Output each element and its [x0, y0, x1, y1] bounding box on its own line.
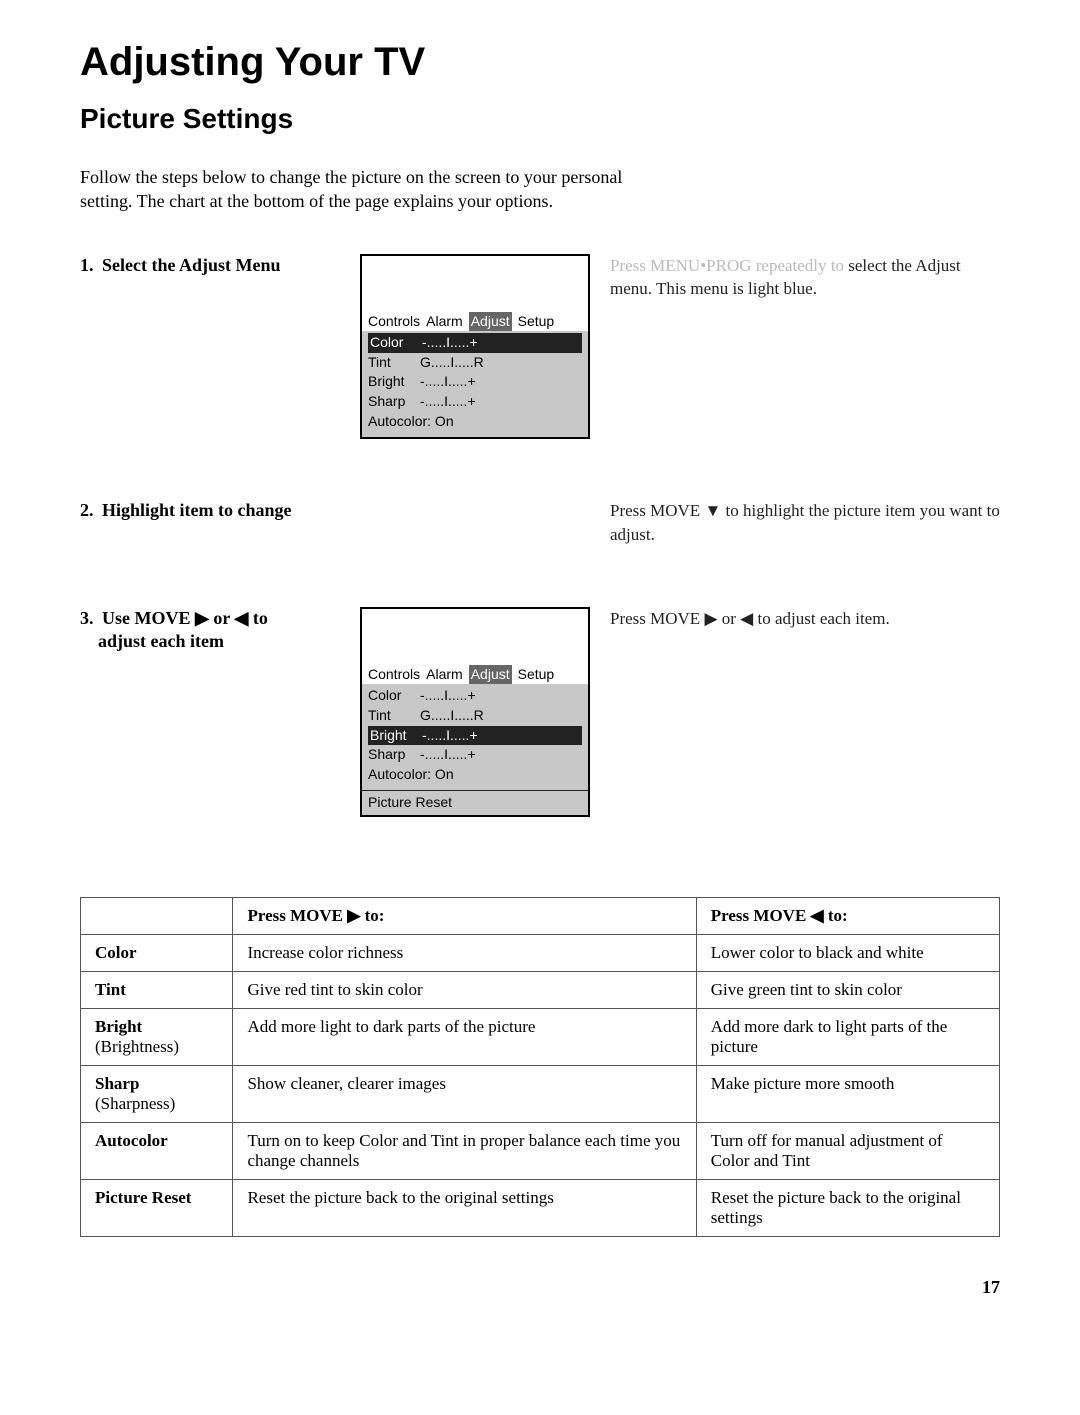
step-description: Press MENU•PROG repeatedly to select the… — [610, 254, 1000, 302]
osd-tab: Alarm — [426, 665, 463, 685]
step-description: Press MOVE ▶ or ◀ to adjust each item. — [610, 607, 1000, 631]
step-label: 1. Select the Adjust Menu — [80, 254, 340, 277]
table-head-left: Press MOVE ◀ to: — [696, 897, 999, 934]
table-head-right: Press MOVE ▶ to: — [233, 897, 696, 934]
page-title: Adjusting Your TV — [80, 40, 1000, 85]
osd-tab: Setup — [518, 665, 555, 685]
table-row: Bright (Brightness) Add more light to da… — [81, 1008, 1000, 1065]
osd-tab-selected: Adjust — [469, 665, 512, 685]
step-label: 2. Highlight item to change — [80, 499, 340, 522]
osd-tab: Alarm — [426, 312, 463, 332]
table-row: Tint Give red tint to skin color Give gr… — [81, 971, 1000, 1008]
step-label: 3. Use MOVE ▶ or ◀ to adjust each item — [80, 607, 340, 654]
options-table: Press MOVE ▶ to: Press MOVE ◀ to: Color … — [80, 897, 1000, 1237]
steps-list: 1. Select the Adjust Menu Controls Alarm… — [80, 254, 1000, 817]
step-3: 3. Use MOVE ▶ or ◀ to adjust each item C… — [80, 607, 1000, 817]
table-row: Autocolor Turn on to keep Color and Tint… — [81, 1122, 1000, 1179]
intro-text: Follow the steps below to change the pic… — [80, 165, 680, 214]
osd-tab: Controls — [368, 665, 420, 685]
table-row: Color Increase color richness Lower colo… — [81, 934, 1000, 971]
table-row: Sharp (Sharpness) Show cleaner, clearer … — [81, 1065, 1000, 1122]
osd-tab: Controls — [368, 312, 420, 332]
osd-tab-selected: Adjust — [469, 312, 512, 332]
step-2: 2. Highlight item to change Press MOVE ▼… — [80, 499, 1000, 547]
page-number: 17 — [80, 1277, 1000, 1298]
table-row: Picture Reset Reset the picture back to … — [81, 1179, 1000, 1236]
step-1: 1. Select the Adjust Menu Controls Alarm… — [80, 254, 1000, 440]
section-heading: Picture Settings — [80, 103, 1000, 135]
osd-screenshot-1: Controls Alarm Adjust Setup Color-.....I… — [360, 254, 590, 440]
osd-tab: Setup — [518, 312, 555, 332]
osd-picture-reset-row: Picture Reset — [362, 790, 588, 815]
osd-screenshot-2: Controls Alarm Adjust Setup Color-.....I… — [360, 607, 590, 817]
step-description: Press MOVE ▼ to highlight the picture it… — [610, 499, 1000, 547]
table-head-blank — [81, 897, 233, 934]
